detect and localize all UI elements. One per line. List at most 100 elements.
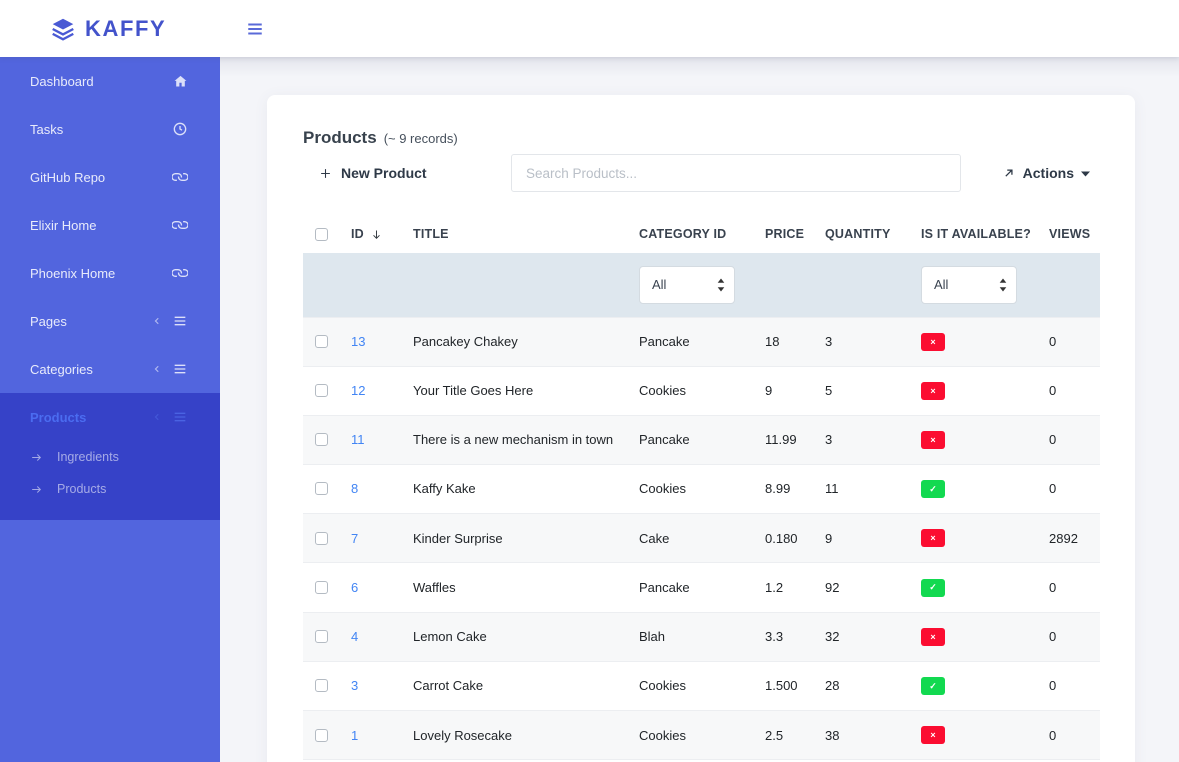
row-id-link[interactable]: 4 <box>351 629 358 644</box>
row-price: 1.500 <box>755 661 815 711</box>
row-quantity: 28 <box>815 661 911 711</box>
table-body: 13 Pancakey Chakey Pancake 18 3 × 0 12 Y… <box>303 317 1100 760</box>
home-icon <box>173 74 188 89</box>
sidebar-item-pages[interactable]: Pages <box>0 297 220 345</box>
row-quantity: 38 <box>815 711 911 760</box>
row-price: 18 <box>755 317 815 366</box>
sidebar-item-products[interactable]: Products <box>0 393 220 441</box>
layers-logo-icon <box>50 16 76 42</box>
menu-icon <box>172 313 188 329</box>
brand-link[interactable]: KAFFY <box>50 0 166 57</box>
brand-name: KAFFY <box>85 16 166 42</box>
sidebar-item-tasks[interactable]: Tasks <box>0 105 220 153</box>
availability-badge: × <box>921 431 945 449</box>
arrow-up-right-icon <box>1002 166 1016 180</box>
row-views: 0 <box>1039 661 1100 711</box>
row-id-link[interactable]: 3 <box>351 678 358 693</box>
menu-icon <box>172 361 188 377</box>
products-table: ID TITLE CATEGORY ID PRICE QUANTITY IS I… <box>303 215 1100 760</box>
row-checkbox[interactable] <box>315 581 328 594</box>
sidebar: Dashboard Tasks GitHub Repo Elixir Home … <box>0 57 220 762</box>
row-views: 2892 <box>1039 514 1100 563</box>
row-quantity: 11 <box>815 464 911 514</box>
row-views: 0 <box>1039 366 1100 415</box>
availability-badge: ✓ <box>921 677 945 695</box>
search-input[interactable] <box>511 154 961 192</box>
menu-toggle-icon[interactable] <box>245 20 265 38</box>
availability-badge: ✓ <box>921 579 945 597</box>
row-title: There is a new mechanism in town <box>403 415 629 464</box>
select-all-checkbox[interactable] <box>315 228 328 241</box>
column-header-available: IS IT AVAILABLE? <box>911 215 1039 253</box>
row-checkbox[interactable] <box>315 335 328 348</box>
link-icon <box>172 265 188 281</box>
row-id-link[interactable]: 1 <box>351 728 358 743</box>
row-id-link[interactable]: 7 <box>351 531 358 546</box>
row-category: Cookies <box>629 711 755 760</box>
sort-descending-icon[interactable] <box>370 228 383 241</box>
row-category: Blah <box>629 612 755 661</box>
row-id-link[interactable]: 8 <box>351 481 358 496</box>
sidebar-item-dashboard[interactable]: Dashboard <box>0 57 220 105</box>
row-checkbox[interactable] <box>315 679 328 692</box>
row-price: 8.99 <box>755 464 815 514</box>
row-views: 0 <box>1039 563 1100 613</box>
row-price: 0.180 <box>755 514 815 563</box>
row-quantity: 9 <box>815 514 911 563</box>
row-checkbox[interactable] <box>315 729 328 742</box>
row-checkbox[interactable] <box>315 384 328 397</box>
table-row: 4 Lemon Cake Blah 3.3 32 × 0 <box>303 612 1100 661</box>
column-header-category: CATEGORY ID <box>629 215 755 253</box>
link-icon <box>172 169 188 185</box>
table-row: 1 Lovely Rosecake Cookies 2.5 38 × 0 <box>303 711 1100 760</box>
category-filter-select[interactable]: All <box>639 266 735 304</box>
menu-icon <box>172 409 188 425</box>
sidebar-subitem-products[interactable]: Products <box>0 473 220 505</box>
availability-badge: × <box>921 382 945 400</box>
table-row: 6 Waffles Pancake 1.2 92 ✓ 0 <box>303 563 1100 613</box>
row-id-link[interactable]: 12 <box>351 383 365 398</box>
availability-filter-select[interactable]: All <box>921 266 1017 304</box>
row-id-link[interactable]: 11 <box>351 432 365 447</box>
row-views: 0 <box>1039 612 1100 661</box>
clock-icon <box>172 121 188 137</box>
sidebar-subitem-ingredients[interactable]: Ingredients <box>0 441 220 473</box>
actions-dropdown[interactable]: Actions <box>1002 165 1090 181</box>
new-product-button[interactable]: New Product <box>318 165 427 181</box>
table-row: 12 Your Title Goes Here Cookies 9 5 × 0 <box>303 366 1100 415</box>
sidebar-item-github-repo[interactable]: GitHub Repo <box>0 153 220 201</box>
table-row: 7 Kinder Surprise Cake 0.180 9 × 2892 <box>303 514 1100 563</box>
row-quantity: 3 <box>815 317 911 366</box>
row-checkbox[interactable] <box>315 532 328 545</box>
sidebar-group-products: Products Ingredients Products <box>0 393 220 520</box>
products-card: Products (~ 9 records) New Product Actio… <box>267 95 1135 762</box>
row-category: Pancake <box>629 415 755 464</box>
table-row: 13 Pancakey Chakey Pancake 18 3 × 0 <box>303 317 1100 366</box>
column-header-id: ID <box>351 227 364 241</box>
row-quantity: 3 <box>815 415 911 464</box>
column-header-price: PRICE <box>755 215 815 253</box>
sidebar-item-elixir-home[interactable]: Elixir Home <box>0 201 220 249</box>
row-price: 1.2 <box>755 563 815 613</box>
main-content: Products (~ 9 records) New Product Actio… <box>220 57 1179 762</box>
row-views: 0 <box>1039 415 1100 464</box>
arrow-right-icon <box>30 451 43 464</box>
row-checkbox[interactable] <box>315 630 328 643</box>
row-views: 0 <box>1039 464 1100 514</box>
availability-badge: × <box>921 333 945 351</box>
column-header-views: VIEWS <box>1039 215 1100 253</box>
row-quantity: 5 <box>815 366 911 415</box>
row-id-link[interactable]: 6 <box>351 580 358 595</box>
row-price: 2.5 <box>755 711 815 760</box>
page-title: Products <box>303 128 377 148</box>
row-category: Cookies <box>629 464 755 514</box>
row-checkbox[interactable] <box>315 433 328 446</box>
link-icon <box>172 217 188 233</box>
row-checkbox[interactable] <box>315 482 328 495</box>
sidebar-item-phoenix-home[interactable]: Phoenix Home <box>0 249 220 297</box>
row-id-link[interactable]: 13 <box>351 334 365 349</box>
plus-icon <box>318 166 333 181</box>
row-category: Pancake <box>629 563 755 613</box>
sidebar-item-categories[interactable]: Categories <box>0 345 220 393</box>
row-price: 9 <box>755 366 815 415</box>
